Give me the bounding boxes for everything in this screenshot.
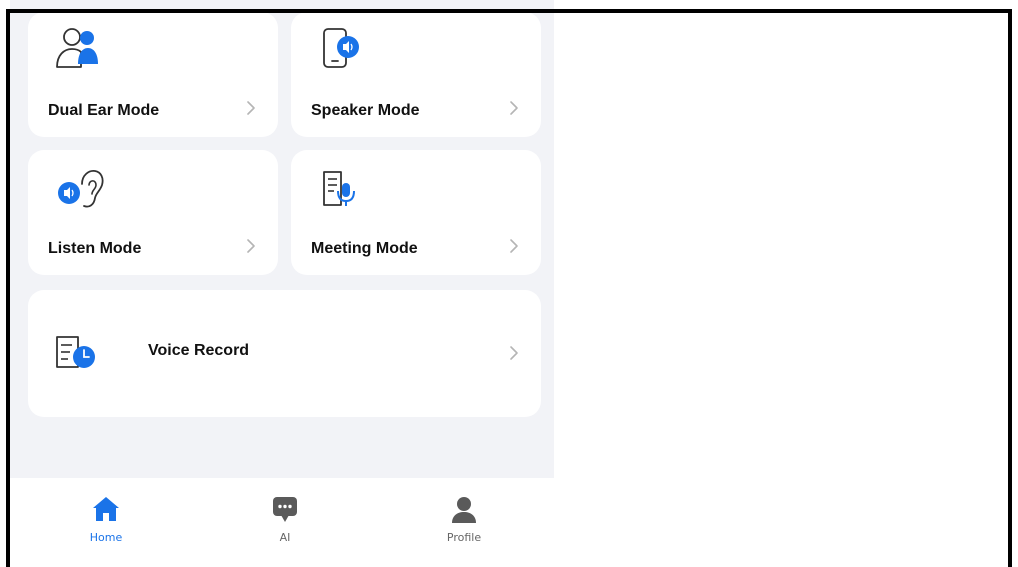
home-icon xyxy=(93,497,119,521)
voice-record-label: Voice Record xyxy=(148,342,250,359)
chat-bubble-icon xyxy=(273,497,297,522)
tab-home-label: Home xyxy=(89,531,123,544)
chevron-right-icon xyxy=(247,101,255,115)
speaker-mode-label: Speaker Mode xyxy=(311,102,420,119)
dual-ear-people-icon xyxy=(56,28,98,68)
dual-ear-mode-label: Dual Ear Mode xyxy=(48,102,160,119)
chevron-right-icon xyxy=(510,101,518,115)
voice-record-card[interactable]: Voice Record xyxy=(28,290,541,417)
speaker-mode-card[interactable]: Speaker Mode xyxy=(291,13,541,137)
frame-border-right xyxy=(1008,9,1012,567)
tab-ai[interactable]: AI xyxy=(225,478,345,567)
chevron-right-icon xyxy=(510,239,518,253)
document-clock-icon xyxy=(56,336,95,368)
person-icon xyxy=(452,497,476,523)
tab-home[interactable]: Home xyxy=(46,478,166,567)
meeting-mode-card[interactable]: Meeting Mode xyxy=(291,150,541,275)
tab-profile-label: Profile xyxy=(446,531,482,544)
dual-ear-mode-card[interactable]: Dual Ear Mode xyxy=(28,13,278,137)
meeting-mode-label: Meeting Mode xyxy=(311,240,418,257)
listen-mode-card[interactable]: Listen Mode xyxy=(28,150,278,275)
app-screen: Dual Ear Mode Speaker Mode Listen Mode M… xyxy=(10,13,554,567)
screen-top-edge xyxy=(10,0,554,9)
tab-ai-label: AI xyxy=(279,531,291,544)
bottom-tab-bar: Home AI Profile xyxy=(10,478,554,567)
ear-sound-icon xyxy=(58,170,104,208)
chevron-right-icon xyxy=(247,239,255,253)
phone-speaker-icon xyxy=(323,28,359,68)
document-mic-icon xyxy=(323,171,355,206)
tab-profile[interactable]: Profile xyxy=(404,478,524,567)
chevron-right-icon xyxy=(510,346,518,360)
listen-mode-label: Listen Mode xyxy=(48,240,142,257)
